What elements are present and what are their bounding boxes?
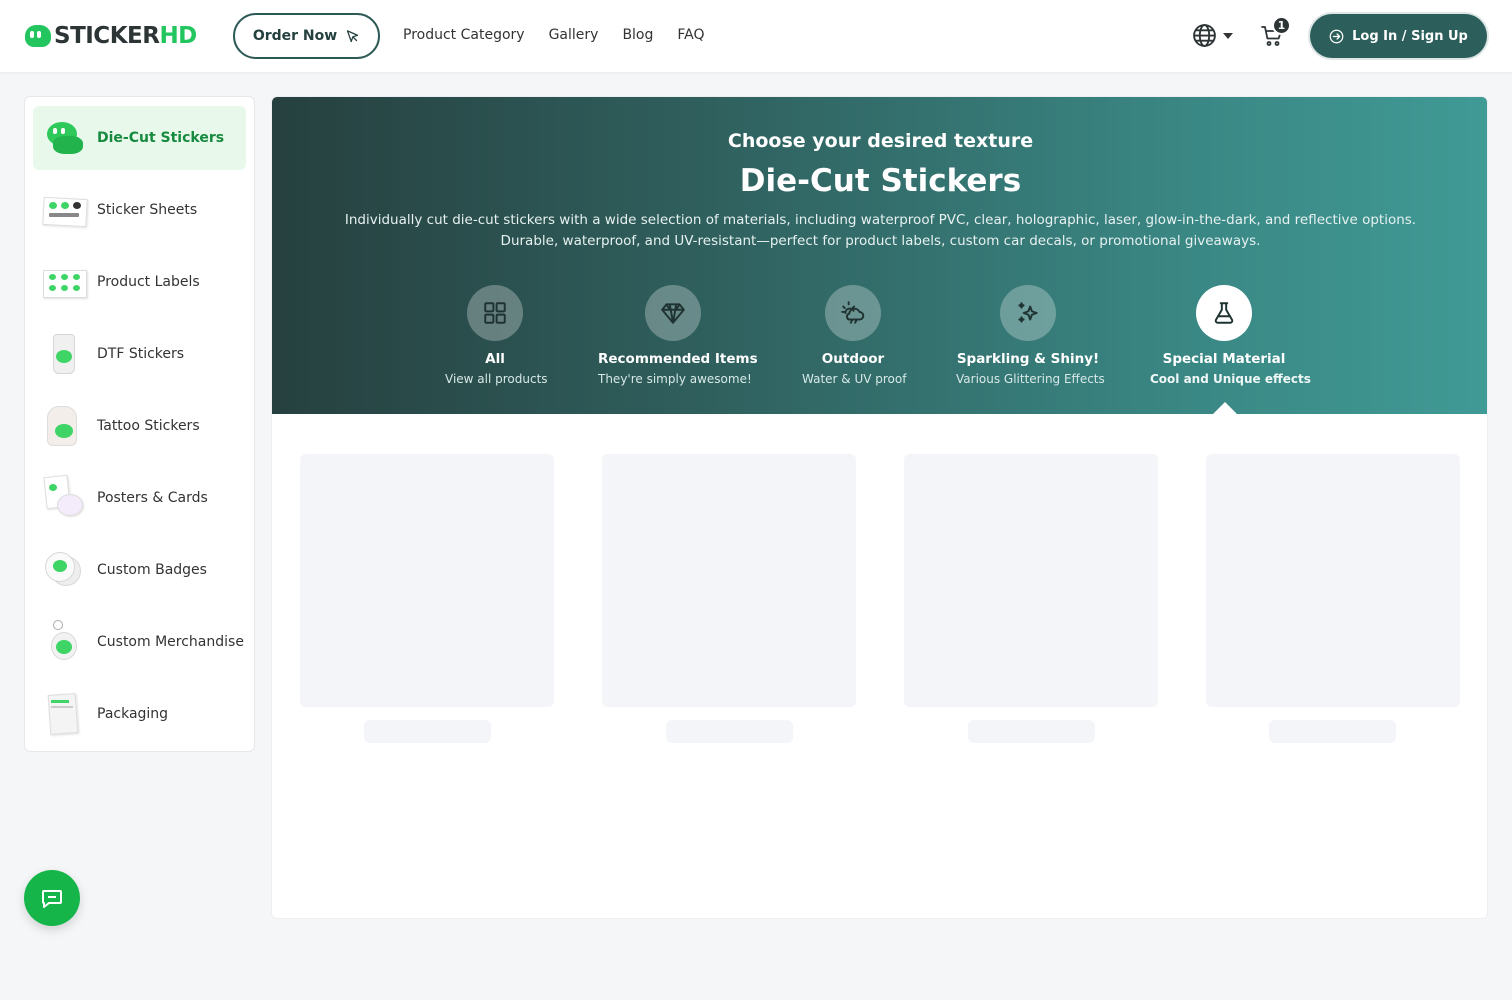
logo-mark-icon xyxy=(25,25,51,47)
packaging-icon xyxy=(41,690,89,738)
texture-icon-circle xyxy=(1196,285,1252,341)
texture-sub: View all products xyxy=(445,372,548,386)
product-title-placeholder xyxy=(364,720,491,743)
texture-option-sparkling[interactable]: Sparkling & Shiny! Various Glittering Ef… xyxy=(956,285,1105,386)
merchandise-icon xyxy=(41,618,89,666)
texture-sub: Cool and Unique effects xyxy=(1150,372,1311,386)
sidebar-item-tattoo-stickers[interactable]: Tattoo Stickers xyxy=(33,394,246,458)
main-nav: Product Category Gallery Blog FAQ xyxy=(403,27,705,43)
texture-sub: They're simply awesome! xyxy=(598,372,752,386)
sticker-sheet-icon xyxy=(41,186,89,234)
sidebar-item-packaging[interactable]: Packaging xyxy=(33,682,246,746)
login-label: Log In / Sign Up xyxy=(1352,28,1468,44)
sidebar-item-product-labels[interactable]: Product Labels xyxy=(33,250,246,314)
texture-icon-circle xyxy=(467,285,523,341)
language-selector[interactable] xyxy=(1192,23,1233,48)
order-now-label: Order Now xyxy=(252,28,338,44)
sidebar-item-die-cut-stickers[interactable]: Die-Cut Stickers xyxy=(33,106,246,170)
banner-description: Individually cut die-cut stickers with a… xyxy=(344,212,1417,249)
texture-option-all[interactable]: All View all products xyxy=(445,285,548,386)
globe-icon xyxy=(1193,24,1216,47)
logo[interactable]: STICKERHD xyxy=(25,22,197,50)
banner-subtitle: Choose your desired texture xyxy=(727,130,1034,152)
texture-name: Recommended Items xyxy=(598,351,758,367)
sidebar-item-label: Sticker Sheets xyxy=(97,202,198,218)
sidebar-item-sticker-sheets[interactable]: Sticker Sheets xyxy=(33,178,246,242)
texture-name: Sparkling & Shiny! xyxy=(956,351,1100,367)
flask-icon xyxy=(1214,302,1234,324)
product-card-placeholder xyxy=(904,454,1158,707)
product-title-placeholder xyxy=(666,720,793,743)
grid-icon xyxy=(484,302,506,324)
sidebar-item-custom-merchandise[interactable]: Custom Merchandise xyxy=(33,610,246,674)
cart-count-badge: 1 xyxy=(1272,16,1291,35)
nav-gallery[interactable]: Gallery xyxy=(549,27,599,43)
product-card-placeholder xyxy=(300,454,554,707)
dtf-sticker-icon xyxy=(41,330,89,378)
texture-option-recommended[interactable]: Recommended Items They're simply awesome… xyxy=(598,285,758,386)
poster-card-icon xyxy=(41,474,89,522)
badge-icon xyxy=(41,546,89,594)
product-label-icon xyxy=(41,258,89,306)
texture-sub: Water & UV proof xyxy=(802,372,907,386)
active-texture-pointer xyxy=(1213,402,1237,414)
texture-icon-circle xyxy=(825,285,881,341)
sparkle-icon xyxy=(1018,302,1038,323)
texture-banner: Choose your desired texture Die-Cut Stic… xyxy=(272,97,1487,414)
texture-icon-circle xyxy=(645,285,701,341)
sidebar-item-custom-badges[interactable]: Custom Badges xyxy=(33,538,246,602)
texture-icon-circle xyxy=(1000,285,1056,341)
texture-name: Outdoor xyxy=(821,351,885,367)
sidebar-item-label: DTF Stickers xyxy=(97,346,185,362)
sidebar-item-label: Die-Cut Stickers xyxy=(97,130,225,146)
sidebar-item-dtf-stickers[interactable]: DTF Stickers xyxy=(33,322,246,386)
sidebar-item-label: Custom Badges xyxy=(97,562,207,578)
cursor-click-icon xyxy=(347,29,359,42)
product-title-placeholder xyxy=(968,720,1095,743)
diamond-icon xyxy=(661,303,685,324)
chat-bubble-icon xyxy=(42,890,62,908)
nav-faq[interactable]: FAQ xyxy=(677,27,704,43)
texture-sub: Various Glittering Effects xyxy=(956,372,1105,386)
sidebar-item-label: Tattoo Stickers xyxy=(97,418,200,434)
login-icon xyxy=(1329,29,1344,43)
sidebar-item-label: Custom Merchandise xyxy=(97,634,244,650)
product-title-placeholder xyxy=(1269,720,1396,743)
banner-title: Die-Cut Stickers xyxy=(739,163,1022,199)
die-cut-sticker-icon xyxy=(41,114,89,162)
texture-option-outdoor[interactable]: Outdoor Water & UV proof xyxy=(802,285,907,386)
tattoo-sticker-icon xyxy=(41,402,89,450)
sidebar-item-label: Packaging xyxy=(97,706,169,722)
login-signup-button[interactable]: Log In / Sign Up xyxy=(1310,14,1487,58)
nav-blog[interactable]: Blog xyxy=(622,27,653,43)
category-sidebar: Die-Cut Stickers Sticker Sheets Product … xyxy=(24,96,255,752)
main-content: Choose your desired texture Die-Cut Stic… xyxy=(271,96,1488,919)
product-card-placeholder xyxy=(1206,454,1460,707)
product-card-placeholder xyxy=(602,454,856,707)
header: STICKERHD Order Now Product Category Gal… xyxy=(0,0,1512,72)
sidebar-item-label: Product Labels xyxy=(97,274,200,290)
texture-name: All xyxy=(485,351,505,367)
order-now-button[interactable]: Order Now xyxy=(233,13,380,59)
cart-button[interactable]: 1 xyxy=(1260,16,1291,50)
logo-text: STICKERHD xyxy=(54,23,197,49)
sidebar-item-posters-cards[interactable]: Posters & Cards xyxy=(33,466,246,530)
nav-product-category[interactable]: Product Category xyxy=(403,27,525,43)
texture-name: Special Material xyxy=(1162,351,1286,367)
chevron-down-icon xyxy=(1223,32,1233,39)
chat-button[interactable] xyxy=(24,870,80,926)
texture-option-special-material[interactable]: Special Material Cool and Unique effects xyxy=(1150,285,1311,386)
sidebar-item-label: Posters & Cards xyxy=(97,490,208,506)
weather-icon xyxy=(841,301,865,324)
